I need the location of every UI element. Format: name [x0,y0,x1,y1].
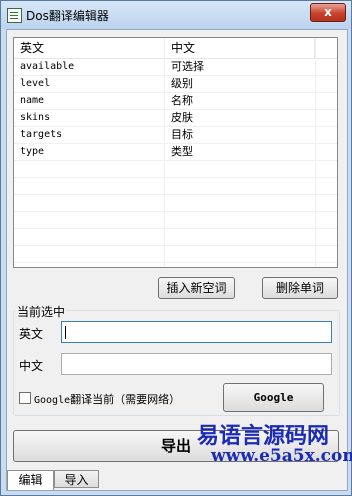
list-row-empty [14,195,337,212]
chinese-field[interactable] [61,353,332,375]
word-list[interactable]: 英文 中文 available 可选择 level 级别 name 名称 ski… [13,37,338,268]
window-title: Dos翻译编辑器 [26,9,109,23]
chinese-label: 中文 [19,359,44,373]
tab-import[interactable]: 导入 [54,470,99,488]
chinese-cell: 皮肤 [171,111,193,124]
english-cell: available [20,61,75,72]
english-cell: skins [20,112,51,123]
list-row-empty [14,246,337,263]
chinese-cell: 名称 [171,94,193,107]
list-header: 英文 中文 [14,38,337,59]
close-button[interactable]: x [310,3,346,22]
google-translate-label[interactable]: Google翻译当前（需要网络） [34,391,180,407]
list-row[interactable]: level 级别 [14,76,337,93]
english-label: 英文 [19,327,44,341]
tab-bar: 编辑 导入 [7,470,347,490]
chinese-cell: 目标 [171,128,193,141]
chinese-cell: 类型 [171,145,193,158]
column-header-chinese[interactable]: 中文 [165,38,315,58]
list-body: available 可选择 level 级别 name 名称 skins 皮肤 … [14,59,337,267]
english-cell: type [20,146,45,157]
app-window: Dos翻译编辑器 x 英文 中文 available 可选择 level 级别 [0,0,352,496]
google-label-suffix: 翻译当前（需要网络） [70,393,181,406]
english-cell: targets [20,129,63,140]
list-row-empty [14,263,337,267]
list-row[interactable]: type 类型 [14,144,337,161]
chinese-cell: 级别 [171,77,193,90]
watermark-url: www.e5a5x.com [211,446,352,466]
list-row-empty [14,229,337,246]
list-row-empty [14,178,337,195]
group-label: 当前选中 [15,303,68,320]
app-icon [7,8,22,23]
list-row[interactable]: targets 目标 [14,127,337,144]
title-bar[interactable]: Dos翻译编辑器 x [1,1,351,29]
list-row-empty [14,212,337,229]
list-row-empty [14,161,337,178]
tab-edit[interactable]: 编辑 [7,470,54,490]
english-cell: name [20,95,45,106]
google-label-prefix: Google [34,395,71,406]
list-row[interactable]: skins 皮肤 [14,110,337,127]
chinese-cell: 可选择 [171,60,204,73]
insert-word-button[interactable]: 插入新空词 [158,277,235,299]
english-cell: level [20,78,51,89]
google-button[interactable]: Google [223,383,324,412]
column-header-english[interactable]: 英文 [14,38,165,58]
list-row[interactable]: available 可选择 [14,59,337,76]
delete-word-button[interactable]: 删除单词 [262,277,338,299]
text-caret [65,326,66,339]
list-row[interactable]: name 名称 [14,93,337,110]
english-field[interactable] [61,321,332,343]
google-translate-checkbox[interactable] [19,392,31,404]
